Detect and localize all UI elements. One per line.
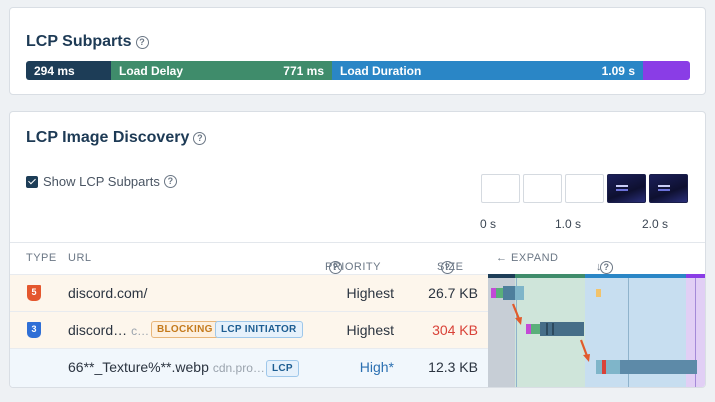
blocking-badge: BLOCKING xyxy=(151,321,219,338)
load-duration-segment[interactable]: Load Duration 1.09 s xyxy=(332,61,643,80)
lcp-image-discovery-card: LCP Image Discovery? Show LCP Subparts ?… xyxy=(9,111,706,388)
request-priority: Highest xyxy=(346,322,394,338)
request-url[interactable]: discord… c… xyxy=(68,322,149,338)
html-file-icon: 5 xyxy=(27,285,41,301)
timeline-label: 1.0 s xyxy=(555,217,582,231)
help-icon[interactable]: ? xyxy=(600,261,613,274)
show-lcp-subparts-toggle[interactable]: Show LCP Subparts ? xyxy=(26,174,177,189)
arrow-icon xyxy=(511,303,522,325)
help-icon[interactable]: ? xyxy=(135,36,149,49)
request-size: 304 KB xyxy=(432,322,478,338)
request-url[interactable]: 66**_Texture%**.webp cdn.pro… xyxy=(68,359,265,375)
filmstrip-frame[interactable] xyxy=(565,174,604,203)
load-delay-segment[interactable]: Load Delay 771 ms xyxy=(111,61,332,80)
table-header: TYPE URL PRIORITY? SIZE? ← EXPAND ↓ WATE… xyxy=(10,242,705,285)
lcp-subparts-bar: 294 ms Load Delay 771 ms Load Duration 1.0… xyxy=(26,61,690,80)
lcp-subparts-title: LCP Subparts? xyxy=(26,33,149,51)
filmstrip-frame[interactable] xyxy=(607,174,646,203)
initiator-arrows xyxy=(511,303,590,362)
checkbox[interactable] xyxy=(26,175,38,188)
css-file-icon: 3 xyxy=(27,322,41,338)
render-delay-segment[interactable] xyxy=(643,61,690,80)
ttfb-segment[interactable]: 294 ms xyxy=(26,61,111,80)
filmstrip xyxy=(481,174,688,203)
help-icon[interactable]: ? xyxy=(441,261,454,274)
lcp-badge: LCP xyxy=(266,360,299,377)
request-url[interactable]: discord.com/ xyxy=(68,285,147,301)
timeline-label: 2.0 s xyxy=(642,217,669,231)
timeline-label: 0 s xyxy=(480,217,497,231)
help-icon[interactable]: ? xyxy=(193,132,207,145)
lcp-subparts-card: LCP Subparts? 294 ms Load Delay 771 ms Lo… xyxy=(9,7,706,95)
request-waterfall xyxy=(488,274,705,387)
filmstrip-frame[interactable] xyxy=(481,174,520,203)
request-size: 26.7 KB xyxy=(428,285,478,301)
lcp-initiator-badge: LCP INITIATOR xyxy=(215,321,303,338)
filmstrip-frame[interactable] xyxy=(649,174,688,203)
column-type: TYPE xyxy=(26,252,57,264)
arrow-icon xyxy=(579,339,590,362)
request-priority: High* xyxy=(359,359,394,375)
column-url[interactable]: URL xyxy=(68,252,92,264)
help-icon[interactable]: ? xyxy=(329,261,342,274)
request-priority: Highest xyxy=(346,285,394,301)
lcp-discovery-title: LCP Image Discovery? xyxy=(26,129,207,147)
request-size: 12.3 KB xyxy=(428,359,478,375)
filmstrip-frame[interactable] xyxy=(523,174,562,203)
expand-button[interactable]: ← EXPAND xyxy=(496,252,558,264)
help-icon[interactable]: ? xyxy=(163,175,177,188)
